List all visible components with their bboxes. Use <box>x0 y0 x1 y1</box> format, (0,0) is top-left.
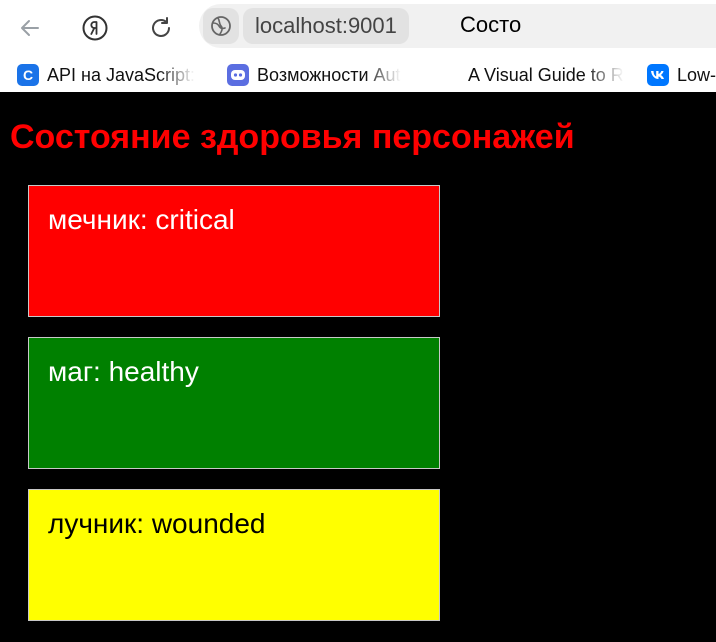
vk-logo-icon <box>647 64 669 86</box>
character-card: мечник: critical <box>28 185 440 317</box>
page-title: Состояние здоровья персонажей <box>10 118 575 156</box>
back-button[interactable] <box>12 10 48 46</box>
character-status-text: маг: healthy <box>48 356 199 387</box>
page-viewport: Состояние здоровья персонажей мечник: cr… <box>0 92 716 642</box>
bookmark-label: API на JavaScript: <box>47 64 195 85</box>
bookmark-item[interactable]: Low- <box>647 62 716 88</box>
url-text[interactable]: localhost:9001 <box>243 8 409 44</box>
bookmarks-bar: C API на JavaScript: Возможности Aut A V… <box>0 58 716 92</box>
character-card: маг: healthy <box>28 337 440 469</box>
bookmark-label: Возможности Aut <box>257 64 401 85</box>
reload-icon <box>152 17 170 37</box>
bookmark-item[interactable]: C API на JavaScript: <box>17 62 205 88</box>
character-status-text: мечник: critical <box>48 204 235 235</box>
robot-icon <box>227 64 249 86</box>
site-info-button[interactable] <box>203 8 239 44</box>
arrow-left-icon <box>21 20 39 36</box>
yandex-button[interactable] <box>77 10 113 46</box>
bookmark-label: A Visual Guide to R <box>468 64 624 85</box>
bookmark-label: Low- <box>677 64 716 85</box>
character-card: лучник: wounded <box>28 489 440 621</box>
browser-toolbar: localhost:9001 Состо <box>0 0 716 54</box>
browser-chrome: localhost:9001 Состо C API на JavaScript… <box>0 0 716 92</box>
bookmark-item[interactable]: A Visual Guide to R <box>468 62 628 88</box>
reload-button[interactable] <box>143 10 179 46</box>
character-status-text: лучник: wounded <box>48 508 266 539</box>
yandex-logo-icon <box>82 15 108 41</box>
address-bar[interactable]: localhost:9001 <box>199 4 716 48</box>
bookmark-item[interactable]: Возможности Aut <box>227 62 419 88</box>
page-title-label: Состо <box>460 12 522 37</box>
c-logo-icon: C <box>17 64 39 86</box>
globe-icon <box>211 16 231 36</box>
